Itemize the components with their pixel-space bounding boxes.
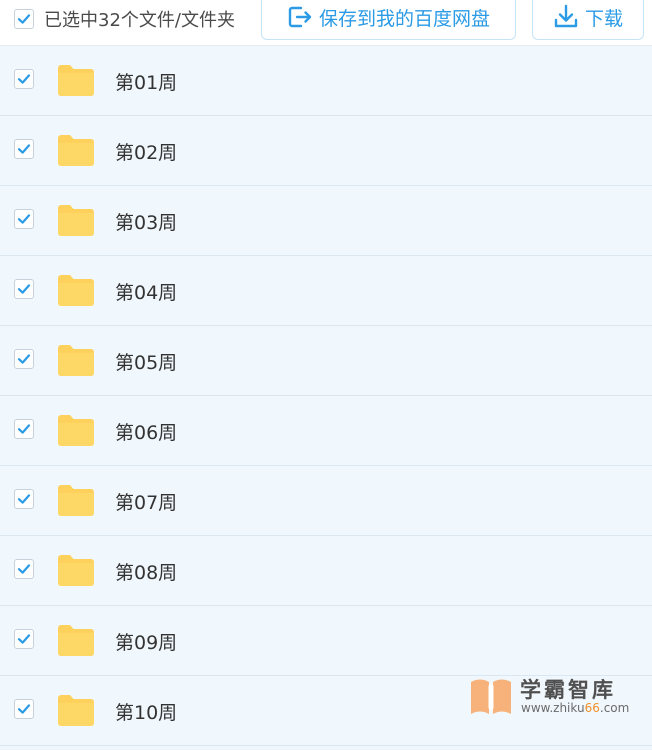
folder-icon — [58, 65, 94, 96]
file-name[interactable]: 第09周 — [115, 628, 177, 655]
file-name[interactable]: 第04周 — [115, 278, 177, 305]
checkbox-checked-icon[interactable] — [14, 9, 34, 29]
checkbox-checked-icon[interactable] — [14, 69, 34, 89]
folder-icon — [58, 135, 94, 166]
folder-icon — [58, 205, 94, 236]
file-row[interactable]: 第03周 — [0, 186, 652, 256]
file-list: 第01周 第02周 第03周 第04周 第05周 第06周 第07周 第08周 — [0, 46, 652, 750]
file-row[interactable]: 第10周 — [0, 676, 652, 746]
file-name[interactable]: 第05周 — [115, 348, 177, 375]
file-row[interactable]: 第06周 — [0, 396, 652, 466]
download-icon — [553, 4, 579, 30]
checkbox-checked-icon[interactable] — [14, 699, 34, 719]
folder-icon — [58, 485, 94, 516]
file-row[interactable]: 第07周 — [0, 466, 652, 536]
checkbox-checked-icon[interactable] — [14, 419, 34, 439]
checkbox-checked-icon[interactable] — [14, 349, 34, 369]
checkbox-checked-icon[interactable] — [14, 559, 34, 579]
save-to-netdisk-label: 保存到我的百度网盘 — [318, 7, 490, 30]
checkbox-checked-icon[interactable] — [14, 209, 34, 229]
save-to-netdisk-button[interactable]: 保存到我的百度网盘 — [261, 0, 516, 40]
file-row[interactable]: 第01周 — [0, 46, 652, 116]
folder-icon — [58, 695, 94, 726]
folder-icon — [58, 625, 94, 656]
file-row[interactable]: 第09周 — [0, 606, 652, 676]
folder-icon — [58, 555, 94, 586]
file-name[interactable]: 第10周 — [115, 698, 177, 725]
download-button[interactable]: 下载 — [532, 0, 644, 40]
checkbox-checked-icon[interactable] — [14, 279, 34, 299]
file-name[interactable]: 第06周 — [115, 418, 177, 445]
file-row[interactable]: 第05周 — [0, 326, 652, 396]
checkbox-checked-icon[interactable] — [14, 629, 34, 649]
file-name[interactable]: 第03周 — [115, 208, 177, 235]
folder-icon — [58, 345, 94, 376]
selection-count-label: 已选中32个文件/文件夹 — [44, 10, 235, 31]
folder-icon — [58, 275, 94, 306]
checkbox-checked-icon[interactable] — [14, 489, 34, 509]
file-row[interactable]: 第08周 — [0, 536, 652, 606]
file-name[interactable]: 第08周 — [115, 558, 177, 585]
save-to-netdisk-icon — [287, 5, 313, 29]
file-name[interactable]: 第01周 — [115, 68, 177, 95]
download-label: 下载 — [584, 7, 623, 30]
file-row[interactable]: 第02周 — [0, 116, 652, 186]
file-name[interactable]: 第02周 — [115, 138, 177, 165]
checkbox-checked-icon[interactable] — [14, 139, 34, 159]
file-name[interactable]: 第07周 — [115, 488, 177, 515]
select-all-checkbox[interactable]: 已选中32个文件/文件夹 — [14, 8, 235, 31]
toolbar: 已选中32个文件/文件夹 保存到我的百度网盘 下载 — [0, 0, 652, 46]
folder-icon — [58, 415, 94, 446]
file-row[interactable]: 第04周 — [0, 256, 652, 326]
